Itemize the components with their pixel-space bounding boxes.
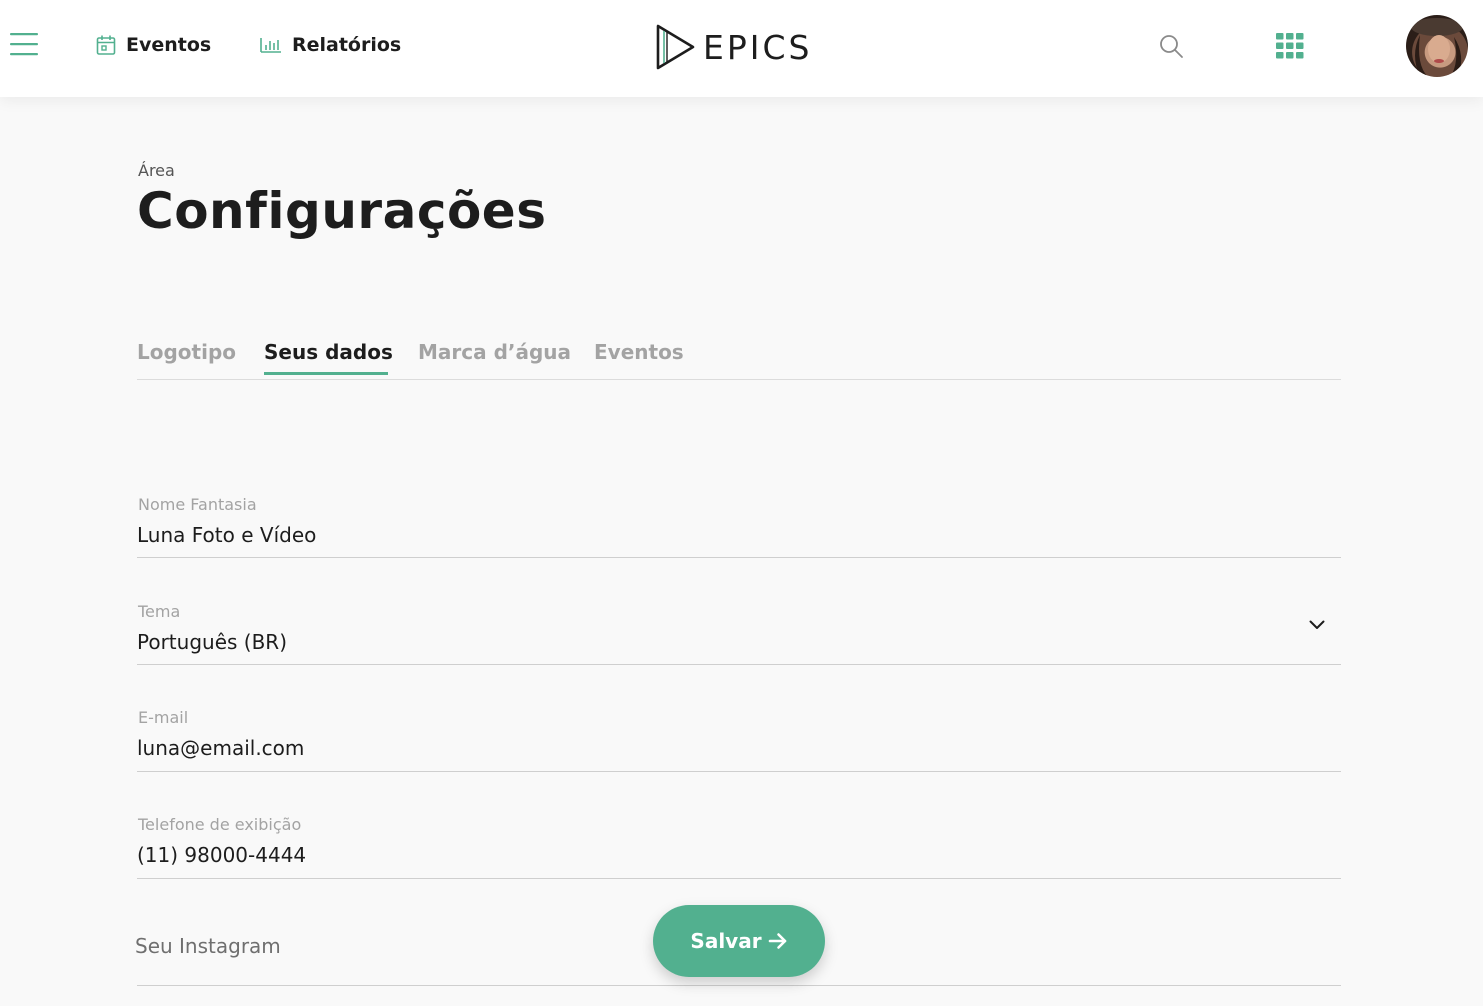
user-avatar[interactable] [1406, 15, 1468, 77]
tab-marca-dagua[interactable]: Marca d’água [418, 340, 571, 364]
active-tab-indicator [264, 372, 388, 375]
email-field: E-mail luna@email.com [137, 706, 1341, 772]
search-icon [1160, 35, 1183, 58]
chevron-down-icon[interactable] [1309, 620, 1325, 630]
play-logo-icon [656, 24, 695, 70]
nav-eventos[interactable]: Eventos [96, 31, 211, 59]
nav-relatorios[interactable]: Relatórios [260, 31, 401, 59]
nav-eventos-label: Eventos [126, 34, 212, 56]
save-button-label: Salvar [690, 929, 762, 953]
telefone-input[interactable]: (11) 98000-4444 [137, 843, 306, 867]
search-button[interactable] [1158, 33, 1184, 59]
avatar-image [1411, 18, 1463, 77]
tab-seus-dados[interactable]: Seus dados [264, 340, 393, 364]
nome-fantasia-input[interactable]: Luna Foto e Vídeo [137, 523, 316, 547]
telefone-label: Telefone de exibição [138, 815, 302, 834]
apps-button[interactable] [1276, 33, 1304, 59]
epics-logo[interactable]: EPICS [655, 22, 812, 72]
email-label: E-mail [138, 708, 189, 727]
hamburger-icon [10, 33, 38, 56]
save-button[interactable]: Salvar [653, 905, 825, 977]
page-title: Configurações [137, 182, 547, 240]
apps-grid-icon [1276, 33, 1304, 59]
tema-field[interactable]: Tema Português (BR) [137, 600, 1341, 665]
bar-chart-icon [260, 38, 281, 53]
nome-fantasia-field: Nome Fantasia Luna Foto e Vídeo [137, 493, 1341, 558]
email-input[interactable]: luna@email.com [137, 736, 304, 760]
logo-wordmark: EPICS [703, 27, 813, 67]
settings-tabs: Logotipo Seus dados Marca d’água Eventos [137, 338, 1341, 380]
nome-fantasia-label: Nome Fantasia [138, 495, 257, 514]
top-navigation-bar: Eventos Relatórios EPICS [0, 0, 1483, 97]
nav-relatorios-label: Relatórios [292, 34, 402, 56]
tema-select[interactable]: Português (BR) [137, 630, 287, 654]
telefone-field: Telefone de exibição (11) 98000-4444 [137, 813, 1341, 879]
tab-eventos[interactable]: Eventos [594, 340, 684, 364]
tab-logotipo[interactable]: Logotipo [137, 340, 236, 364]
instagram-input[interactable]: Seu Instagram [135, 934, 281, 958]
menu-button[interactable] [10, 31, 40, 57]
breadcrumb: Área [138, 161, 175, 180]
calendar-icon [96, 35, 116, 55]
tema-label: Tema [138, 602, 181, 621]
arrow-right-icon [768, 933, 786, 949]
